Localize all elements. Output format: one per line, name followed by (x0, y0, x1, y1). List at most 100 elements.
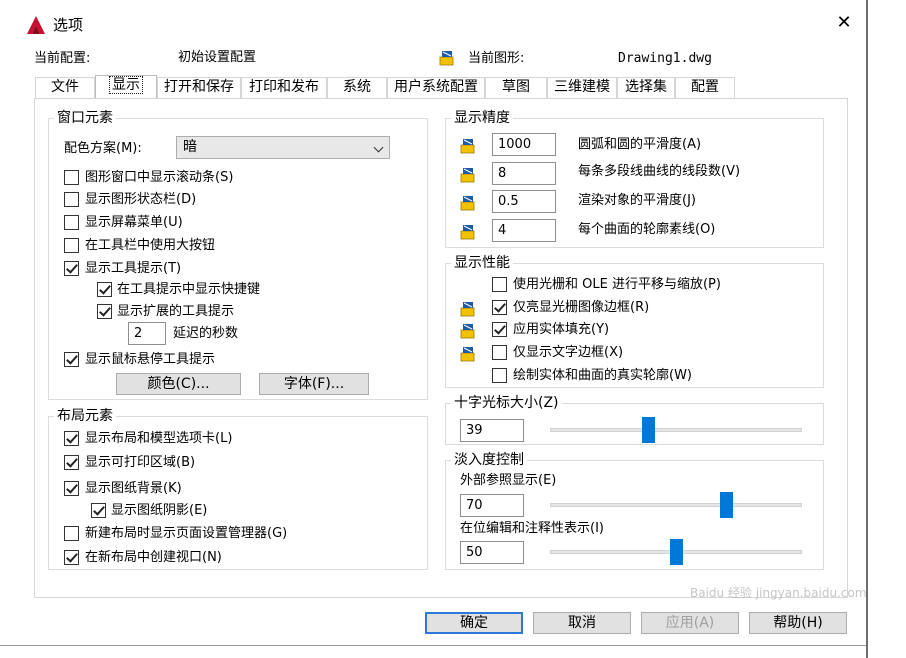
checkbox-page-setup-manager[interactable] (64, 526, 79, 541)
polyline-segments-label: 每条多段线曲线的线段数(V) (578, 164, 741, 179)
checkbox-text-frame-only[interactable] (492, 345, 507, 360)
tab-open-save[interactable]: 打开和保存 (157, 77, 241, 98)
fade-control-legend: 淡入度控制 (451, 452, 527, 468)
apply-button[interactable]: 应用(A) (641, 612, 739, 634)
checkbox-rollover-tooltips[interactable] (64, 352, 79, 367)
label-show-status-bar: 显示图形状态栏(D) (85, 192, 197, 207)
layout-elements-legend: 布局元素 (54, 408, 116, 424)
label-create-viewport: 在新布局中创建视口(N) (85, 550, 222, 565)
tab-label: 文件 (51, 79, 79, 95)
checkbox-true-silhouettes[interactable] (492, 368, 507, 383)
window-elements-legend: 窗口元素 (54, 110, 116, 126)
crosshair-size-input[interactable]: 39 (460, 419, 524, 442)
contour-lines-input[interactable]: 4 (492, 219, 556, 242)
ok-button[interactable]: 确定 (425, 612, 523, 634)
drawing-saved-icon (460, 302, 475, 317)
label-show-screen-menu: 显示屏幕菜单(U) (85, 215, 183, 230)
checkbox-paper-background[interactable] (64, 481, 79, 496)
crosshair-size-slider-thumb[interactable] (642, 417, 655, 443)
tab-label: 打印和发布 (249, 79, 319, 95)
color-scheme-select[interactable]: 暗 (176, 136, 390, 159)
xref-fade-input[interactable]: 70 (460, 494, 524, 517)
drawing-saved-icon (460, 347, 475, 362)
drawing-saved-icon (460, 324, 475, 339)
autocad-logo-icon (27, 16, 45, 34)
label-show-tooltips: 显示工具提示(T) (85, 261, 182, 276)
inplace-fade-slider-thumb[interactable] (670, 539, 683, 565)
tab-label: 配置 (691, 79, 719, 95)
tab-3d-modeling[interactable]: 三维建模 (547, 77, 617, 98)
window-edge (866, 0, 868, 658)
checkbox-show-screen-menu[interactable] (64, 215, 79, 230)
checkbox-show-shortcut-keys[interactable] (97, 282, 112, 297)
label-large-buttons: 在工具栏中使用大按钮 (85, 238, 216, 253)
checkbox-paper-shadow[interactable] (91, 503, 106, 518)
checkbox-show-status-bar[interactable] (64, 192, 79, 207)
checkbox-solid-fill[interactable] (492, 322, 507, 337)
tab-label: 打开和保存 (164, 79, 234, 95)
tab-label: 显示 (109, 76, 143, 94)
tab-user-preferences[interactable]: 用户系统配置 (387, 77, 485, 98)
label-solid-fill: 应用实体填充(Y) (513, 322, 610, 337)
tab-selection[interactable]: 选择集 (617, 77, 675, 98)
checkbox-extended-tooltips[interactable] (97, 304, 112, 319)
tab-display[interactable]: 显示 (95, 75, 157, 99)
xref-fade-label: 外部参照显示(E) (460, 473, 557, 488)
color-scheme-value: 暗 (183, 139, 197, 155)
arc-smoothness-label: 圆弧和圆的平滑度(A) (578, 137, 702, 152)
polyline-segments-input[interactable]: 8 (492, 162, 556, 185)
current-drawing-label: 当前图形: (468, 51, 525, 66)
label-raster-ole-pan-zoom: 使用光栅和 OLE 进行平移与缩放(P) (513, 277, 721, 292)
checkbox-highlight-raster-frame[interactable] (492, 300, 507, 315)
watermark-text: Baidu 经验 jingyan.baidu.com (690, 586, 867, 600)
checkbox-printable-area[interactable] (64, 455, 79, 470)
tab-system[interactable]: 系统 (327, 77, 387, 98)
xref-fade-slider-track[interactable] (550, 503, 802, 507)
label-page-setup-manager: 新建布局时显示页面设置管理器(G) (85, 526, 288, 541)
label-printable-area: 显示可打印区域(B) (85, 455, 196, 470)
help-button[interactable]: 帮助(H) (749, 612, 847, 634)
tab-profiles[interactable]: 配置 (675, 77, 735, 98)
chevron-down-icon (373, 142, 384, 153)
xref-fade-slider-thumb[interactable] (720, 492, 733, 518)
drawing-saved-icon (460, 196, 475, 211)
tab-drafting[interactable]: 草图 (485, 77, 547, 98)
display-performance-legend: 显示性能 (451, 255, 513, 271)
label-layout-model-tabs: 显示布局和模型选项卡(L) (85, 431, 233, 446)
fonts-button[interactable]: 字体(F)... (259, 373, 369, 395)
current-profile-label: 当前配置: (34, 51, 91, 66)
tab-label: 三维建模 (554, 79, 610, 95)
label-show-scrollbars: 图形窗口中显示滚动条(S) (85, 170, 234, 185)
tab-label: 草图 (502, 79, 530, 95)
checkbox-layout-model-tabs[interactable] (64, 431, 79, 446)
cancel-button[interactable]: 取消 (533, 612, 631, 634)
inplace-fade-input[interactable]: 50 (460, 541, 524, 564)
inplace-fade-label: 在位编辑和注释性表示(I) (460, 521, 604, 536)
colors-button[interactable]: 颜色(C)... (116, 373, 241, 395)
tooltip-delay-input[interactable]: 2 (128, 322, 166, 345)
checkbox-show-tooltips[interactable] (64, 261, 79, 276)
label-extended-tooltips: 显示扩展的工具提示 (117, 304, 235, 319)
label-text-frame-only: 仅显示文字边框(X) (513, 345, 624, 360)
checkbox-show-scrollbars[interactable] (64, 170, 79, 185)
close-icon[interactable]: ✕ (832, 14, 856, 32)
tab-label: 选择集 (625, 79, 667, 95)
tab-plot-publish[interactable]: 打印和发布 (241, 77, 327, 98)
options-dialog: 选项 ✕ 当前配置: 初始设置配置 当前图形: Drawing1.dwg 文件 … (0, 0, 867, 645)
checkbox-large-buttons[interactable] (64, 238, 79, 253)
arc-smoothness-input[interactable]: 1000 (492, 133, 556, 156)
rendered-smoothness-input[interactable]: 0.5 (492, 190, 556, 213)
label-rollover-tooltips: 显示鼠标悬停工具提示 (85, 352, 216, 367)
crosshair-size-slider-track[interactable] (550, 428, 802, 432)
tab-files[interactable]: 文件 (35, 77, 95, 98)
window-edge (0, 645, 866, 646)
tab-label: 用户系统配置 (394, 79, 478, 95)
drawing-saved-icon (460, 225, 475, 240)
drawing-icon (439, 51, 454, 66)
label-paper-shadow: 显示图纸阴影(E) (111, 503, 208, 518)
label-highlight-raster-frame: 仅亮显光栅图像边框(R) (513, 300, 650, 315)
display-resolution-legend: 显示精度 (451, 110, 513, 126)
contour-lines-label: 每个曲面的轮廓素线(O) (578, 222, 716, 237)
checkbox-create-viewport[interactable] (64, 550, 79, 565)
checkbox-raster-ole-pan-zoom[interactable] (492, 277, 507, 292)
